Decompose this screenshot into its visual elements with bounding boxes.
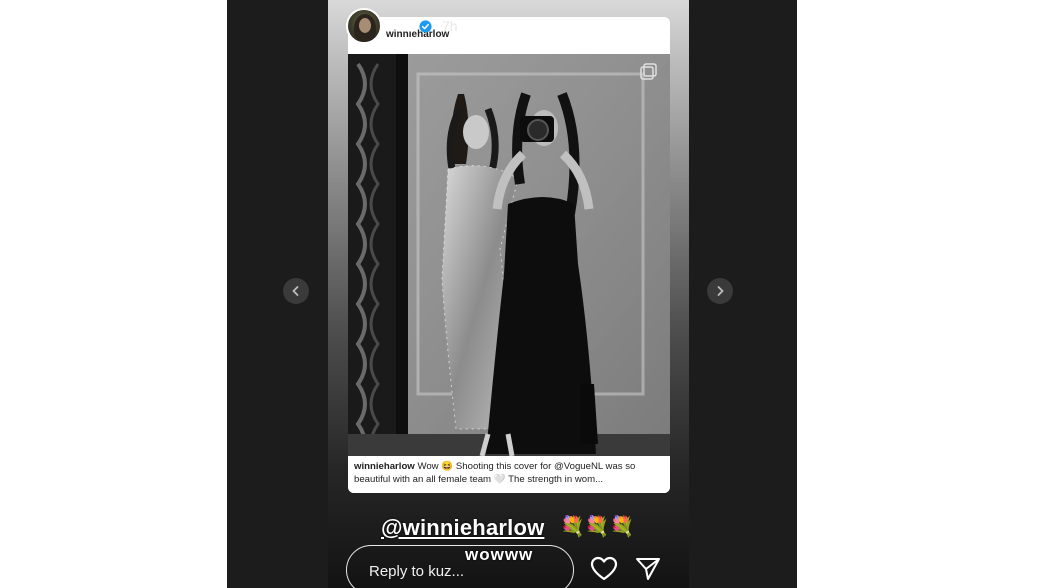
mention-sticker[interactable]: @winnieharlow: [381, 515, 544, 541]
story-header: kuz 7h: [346, 8, 670, 52]
story-timestamp: 7h: [442, 18, 458, 34]
avatar-face: [359, 18, 371, 33]
mute-button[interactable]: [596, 20, 616, 38]
pause-button[interactable]: [564, 20, 578, 38]
share-button[interactable]: [635, 556, 661, 582]
shared-post-card[interactable]: winnieharlow winnieharlow Wow 😆 Shooting…: [348, 17, 670, 493]
more-dots-icon: [636, 26, 658, 32]
next-story-button[interactable]: [707, 278, 733, 304]
more-options-button[interactable]: [636, 20, 658, 38]
pause-icon: [565, 21, 577, 37]
reply-input[interactable]: [369, 563, 549, 580]
story-username[interactable]: kuz: [390, 18, 415, 35]
send-icon: [636, 558, 660, 580]
story-viewer: winnieharlow winnieharlow Wow 😆 Shooting…: [227, 0, 797, 588]
chevron-left-icon: [292, 286, 299, 296]
reply-box[interactable]: [346, 545, 574, 588]
photo-illustration: [348, 54, 670, 456]
like-button[interactable]: [590, 556, 618, 582]
heart-icon: [590, 556, 618, 581]
caption-author: winnieharlow: [354, 461, 415, 472]
verified-badge-icon: [419, 20, 432, 33]
chevron-right-icon: [717, 286, 724, 296]
avatar[interactable]: [346, 8, 382, 44]
flower-emoji-stickers: 💐💐💐: [560, 516, 635, 538]
previous-story-button[interactable]: [283, 278, 309, 304]
story-frame: winnieharlow winnieharlow Wow 😆 Shooting…: [328, 0, 689, 588]
muted-speaker-icon: [597, 22, 616, 36]
post-caption: winnieharlow Wow 😆 Shooting this cover f…: [348, 456, 670, 493]
post-photo: [348, 54, 670, 456]
